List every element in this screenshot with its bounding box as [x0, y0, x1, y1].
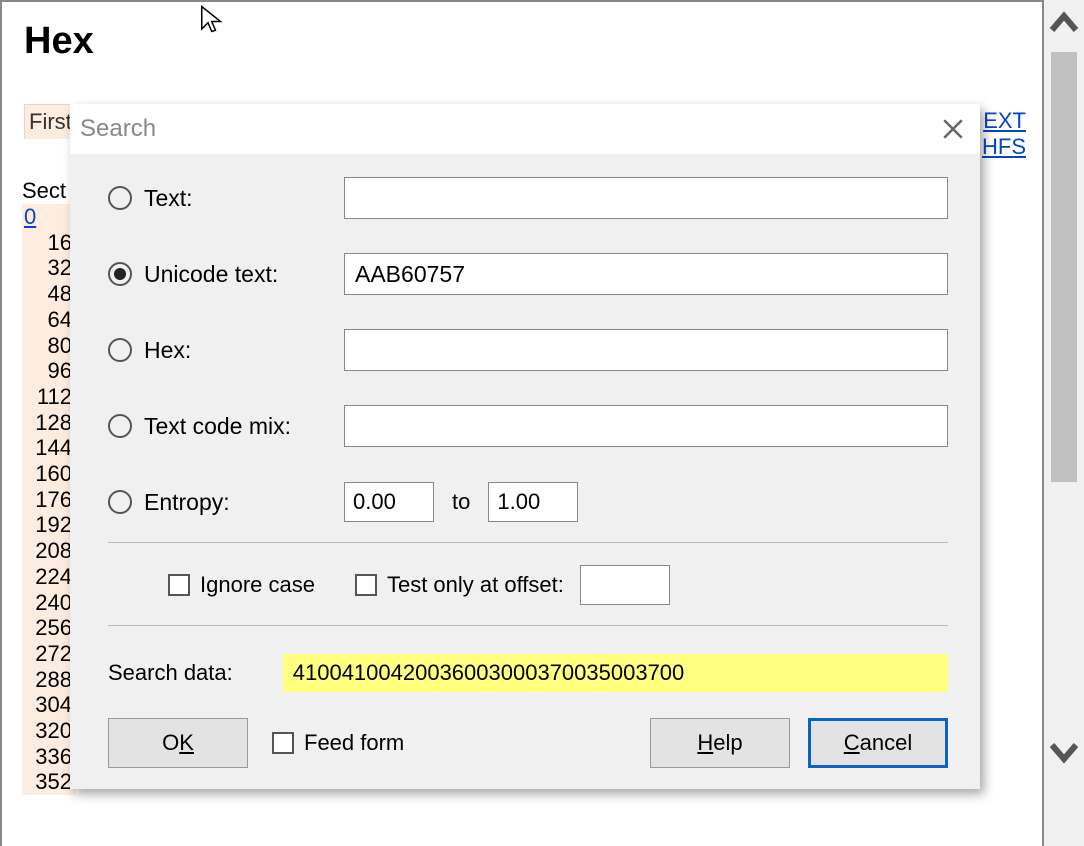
ok-button-accel: K — [179, 730, 194, 756]
dialog-titlebar: Search — [70, 104, 980, 154]
mix-input[interactable] — [344, 405, 948, 447]
separator — [108, 625, 948, 626]
entropy-from-input[interactable] — [344, 482, 434, 522]
help-button-accel: H — [697, 730, 713, 756]
offset-value: 336 — [22, 744, 72, 770]
separator — [108, 542, 948, 543]
radio-mix[interactable] — [108, 414, 132, 438]
link-ext[interactable]: EXT — [983, 108, 1026, 134]
offset-value: 32 — [22, 255, 72, 281]
offset-value: 288 — [22, 667, 72, 693]
offset-value: 304 — [22, 692, 72, 718]
search-data-label: Search data: — [108, 660, 233, 686]
offset-value: 192 — [22, 512, 72, 538]
checkbox-feed-form-label: Feed form — [304, 730, 404, 756]
offset-value: 64 — [22, 307, 72, 333]
close-icon[interactable] — [938, 114, 968, 144]
offset-value: 160 — [22, 461, 72, 487]
offset-link-0[interactable]: 0 — [22, 204, 72, 230]
page-title: Hex — [24, 20, 94, 63]
offset-value: 48 — [22, 281, 72, 307]
dialog-title-text: Search — [80, 115, 156, 143]
help-button-text: elp — [713, 730, 742, 756]
checkbox-ignore-case-label: Ignore case — [200, 572, 315, 598]
offset-value: 96 — [22, 358, 72, 384]
cancel-button[interactable]: Cancel — [808, 718, 948, 768]
scroll-up-icon[interactable] — [1044, 4, 1084, 44]
search-dialog: Search Text: Unicode text: Hex: Text cod… — [70, 104, 980, 789]
link-hfs[interactable]: HFS — [982, 134, 1026, 160]
checkbox-feed-form[interactable] — [272, 732, 294, 754]
offset-value: 240 — [22, 590, 72, 616]
offset-value: 144 — [22, 435, 72, 461]
offset-value: 256 — [22, 615, 72, 641]
checkbox-test-offset[interactable] — [355, 574, 377, 596]
text-input[interactable] — [344, 177, 948, 219]
offset-column: 0 16 32 48 64 80 96 112 128 144 160 176 … — [22, 204, 76, 795]
radio-entropy-label: Entropy: — [144, 489, 344, 516]
offset-value: 176 — [22, 487, 72, 513]
radio-text[interactable] — [108, 186, 132, 210]
ok-button[interactable]: OK — [108, 718, 248, 768]
search-data-value: 41004100420036003000370035003700 — [283, 654, 948, 692]
entropy-to-label: to — [452, 489, 470, 515]
offset-value: 320 — [22, 718, 72, 744]
offset-value: 80 — [22, 333, 72, 359]
offset-value: 112 — [22, 384, 72, 410]
offset-value: 352 — [22, 769, 72, 795]
offset-value: 128 — [22, 410, 72, 436]
offset-value: 208 — [22, 538, 72, 564]
radio-mix-label: Text code mix: — [144, 413, 344, 440]
hex-data-area: 00 00 00 00 00 00 00 00 00 00 00 00 00 0… — [90, 795, 684, 846]
radio-unicode[interactable] — [108, 262, 132, 286]
vertical-scrollbar[interactable] — [1044, 0, 1084, 846]
scroll-thumb[interactable] — [1051, 52, 1077, 482]
cancel-button-text: ancel — [860, 730, 913, 756]
radio-hex-label: Hex: — [144, 337, 344, 364]
radio-hex[interactable] — [108, 338, 132, 362]
radio-unicode-label: Unicode text: — [144, 261, 344, 288]
checkbox-test-offset-label: Test only at offset: — [387, 572, 564, 598]
entropy-to-input[interactable] — [488, 482, 578, 522]
unicode-input[interactable] — [344, 253, 948, 295]
cancel-button-accel: C — [844, 730, 860, 756]
offset-value: 16 — [22, 230, 72, 256]
checkbox-ignore-case[interactable] — [168, 574, 190, 596]
radio-text-label: Text: — [144, 185, 344, 212]
radio-entropy[interactable] — [108, 490, 132, 514]
offset-input[interactable] — [580, 565, 670, 605]
sector-label: Sect — [22, 178, 66, 204]
scroll-down-icon[interactable] — [1044, 731, 1084, 771]
offset-value: 224 — [22, 564, 72, 590]
offset-value: 272 — [22, 641, 72, 667]
hex-input[interactable] — [344, 329, 948, 371]
help-button[interactable]: Help — [650, 718, 790, 768]
ok-button-text: O — [162, 730, 179, 756]
